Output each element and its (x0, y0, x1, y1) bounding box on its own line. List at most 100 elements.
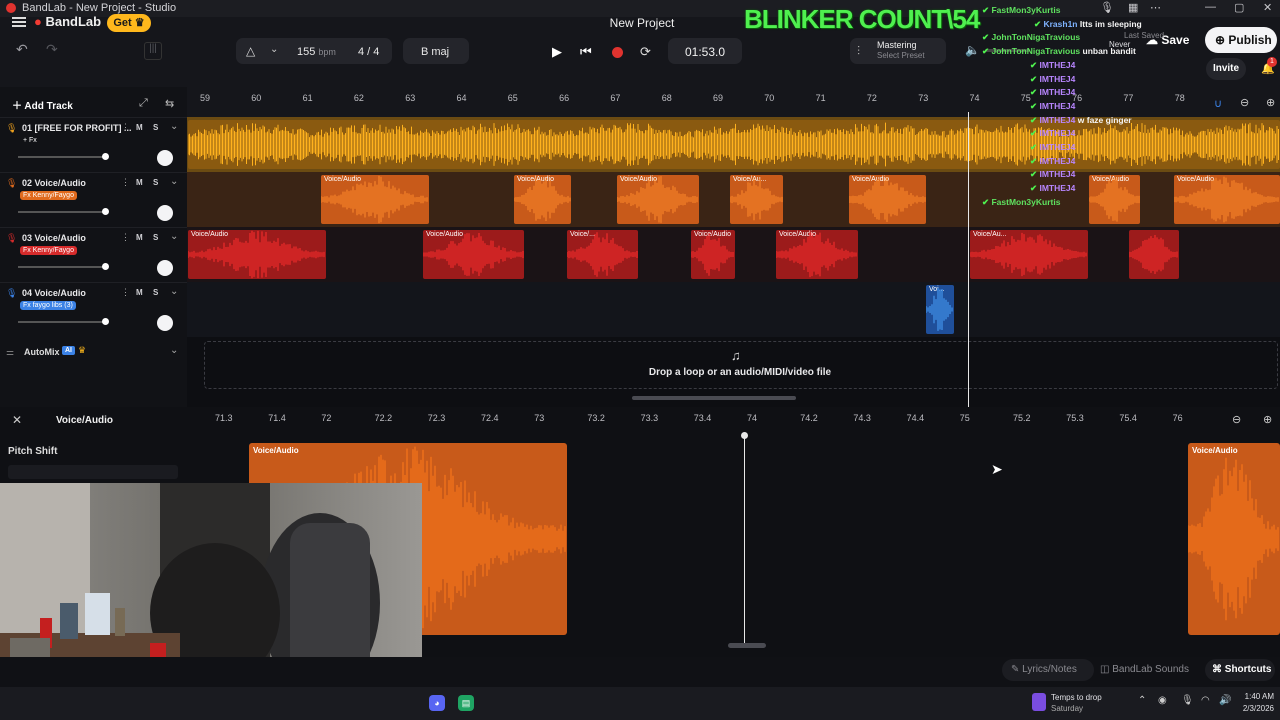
bandlab-sounds-button[interactable]: ◫ BandLab Sounds (1100, 664, 1189, 675)
record-button[interactable] (612, 47, 623, 58)
volume-slider[interactable] (18, 321, 106, 323)
mute-button[interactable]: M (136, 233, 143, 242)
redo-icon[interactable]: ↷ (46, 41, 58, 58)
clock-time[interactable]: 1:40 AM (1238, 692, 1274, 701)
chevron-down-icon[interactable]: ⌄ (170, 176, 178, 187)
automation-icon[interactable]: ⤢ (139, 97, 148, 110)
pan-knob[interactable] (157, 150, 173, 166)
audio-clip[interactable]: Voice/Audio (691, 230, 735, 279)
horizontal-scrollbar[interactable] (632, 396, 796, 400)
audio-clip[interactable]: Voice/... (567, 230, 638, 279)
lyrics-notes-button[interactable]: ✎ Lyrics/Notes (1011, 664, 1077, 675)
audio-clip[interactable]: Voice/Audio (423, 230, 524, 279)
chevron-down-icon[interactable]: ⌄ (170, 121, 178, 132)
track-settings-icon[interactable]: ⇆ (165, 97, 174, 110)
solo-button[interactable]: S (153, 123, 158, 132)
solo-button[interactable]: S (153, 178, 158, 187)
add-track-button[interactable]: ＋ Add Track (12, 97, 73, 112)
volume-slider[interactable] (18, 211, 106, 213)
tray-app-icon[interactable]: ◉ (1158, 695, 1167, 706)
track-name[interactable]: 01 [FREE FOR PROFIT] ... (22, 123, 132, 133)
maximize-button[interactable]: ▢ (1234, 1, 1244, 14)
mute-button[interactable]: M (136, 288, 143, 297)
audio-clip[interactable]: Voi... (926, 285, 954, 334)
menu-icon[interactable] (12, 17, 26, 27)
editor-clip[interactable]: Voice/Audio (1188, 443, 1280, 635)
loop-button[interactable]: ⟳ (640, 44, 651, 60)
volume-slider[interactable] (18, 156, 106, 158)
audio-clip[interactable]: Voice/Au... (730, 175, 783, 224)
key-selector[interactable]: B maj (421, 46, 449, 58)
volume-slider-handle[interactable] (102, 208, 109, 215)
mic-icon[interactable]: 🎙 (1100, 1, 1114, 14)
wifi-icon[interactable]: ◠ (1201, 695, 1210, 706)
chevron-down-icon[interactable]: ⌄ (270, 44, 278, 55)
audio-clip[interactable]: Voice/Audio (1089, 175, 1140, 224)
project-title[interactable]: New Project (590, 16, 694, 30)
track-lane[interactable]: Voi... (187, 282, 1280, 337)
volume-slider-handle[interactable] (102, 153, 109, 160)
automix-expand-icon[interactable]: ⌄ (170, 345, 178, 356)
audio-clip[interactable] (1129, 230, 1179, 279)
fx-tag[interactable]: Fx Kenny/Faygo (20, 191, 77, 200)
invite-button[interactable]: Invite (1206, 58, 1246, 80)
audio-clip[interactable]: Voice/Audio (1174, 175, 1280, 224)
metronome-icon[interactable]: △ (246, 44, 255, 58)
discord-taskbar-icon[interactable]: ◕ (429, 695, 445, 711)
editor-scrollbar[interactable] (728, 643, 766, 648)
audio-clip[interactable]: Voice/Au... (970, 230, 1088, 279)
drop-zone[interactable] (204, 341, 1278, 389)
pan-knob[interactable] (157, 315, 173, 331)
tray-mic-icon[interactable]: 🎙 (1181, 695, 1194, 706)
editor-zoom-in-icon[interactable]: ⊕ (1263, 413, 1272, 426)
tray-chevron-icon[interactable]: ⌃ (1138, 695, 1146, 706)
clock-date[interactable]: 2/3/2026 (1236, 704, 1274, 713)
timeline-ruler[interactable]: 59 60 61 62 63 64 65 66 67 68 69 70 71 72 73 74 75 76 77 78 (187, 87, 1280, 117)
weather-title[interactable]: Temps to drop (1051, 693, 1102, 702)
close-window-button[interactable]: ✕ (1263, 1, 1272, 14)
undo-icon[interactable]: ↶ (16, 41, 28, 58)
time-signature[interactable]: 4 / 4 (358, 46, 379, 58)
audio-clip[interactable]: Voice/Audio (514, 175, 571, 224)
solo-button[interactable]: S (153, 288, 158, 297)
zoom-in-icon[interactable]: ⊕ (1266, 96, 1275, 109)
app-taskbar-icon[interactable]: ▤ (458, 695, 474, 711)
editor-playhead-handle[interactable] (741, 432, 748, 439)
pan-knob[interactable] (157, 205, 173, 221)
volume-slider-handle[interactable] (102, 263, 109, 270)
get-membership-button[interactable]: Get ♛ (107, 14, 151, 32)
track-menu-icon[interactable]: ⋮ (121, 232, 130, 243)
volume-slider-handle[interactable] (102, 318, 109, 325)
play-button[interactable]: ▶ (552, 44, 562, 60)
audio-clip[interactable]: Voice/Audio (321, 175, 429, 224)
automix-label[interactable]: AutoMix (24, 347, 60, 357)
more-icon[interactable]: ⋯ (1150, 1, 1161, 14)
pitch-shift-control[interactable] (8, 465, 178, 479)
track-name[interactable]: 03 Voice/Audio (22, 233, 86, 243)
speaker-icon[interactable]: 🔊 (1219, 695, 1231, 706)
audio-clip[interactable]: Voice/Audio (776, 230, 858, 279)
chevron-down-icon[interactable]: ⌄ (170, 231, 178, 242)
track-lane[interactable]: Voice/Audio Voice/Audio Voice/Audio Voice/A… (187, 172, 1280, 227)
audio-clip[interactable]: Voice/Audio (188, 230, 326, 279)
track-name[interactable]: 02 Voice/Audio (22, 178, 86, 188)
solo-button[interactable]: S (153, 233, 158, 242)
skip-back-button[interactable]: ⏮ (580, 44, 592, 60)
editor-zoom-out-icon[interactable]: ⊖ (1232, 413, 1241, 426)
shortcuts-button[interactable]: ⌘ Shortcuts (1212, 664, 1271, 675)
audio-clip[interactable]: Voice/Audio (849, 175, 926, 224)
track-name[interactable]: 04 Voice/Audio (22, 288, 86, 298)
audio-clip[interactable]: Voice/Audio (617, 175, 699, 224)
bpm-value[interactable]: 155 bpm (297, 46, 336, 58)
track-lane[interactable]: Voice/Audio Voice/Audio Voice/... Voice/Aud… (187, 227, 1280, 282)
audio-clip[interactable] (188, 120, 1280, 169)
mastering-icon[interactable]: ⫶ (857, 44, 860, 59)
publish-button[interactable]: ⊕ Publish (1205, 27, 1277, 53)
volume-slider[interactable] (18, 266, 106, 268)
chevron-down-icon[interactable]: ⌄ (170, 286, 178, 297)
fx-tag[interactable]: Fx Kenny/Faygo (20, 246, 77, 255)
close-editor-icon[interactable]: ✕ (12, 413, 22, 427)
track-menu-icon[interactable]: ⋮ (121, 287, 130, 298)
zoom-out-icon[interactable]: ⊖ (1240, 96, 1249, 109)
editor-playhead[interactable] (744, 436, 745, 644)
